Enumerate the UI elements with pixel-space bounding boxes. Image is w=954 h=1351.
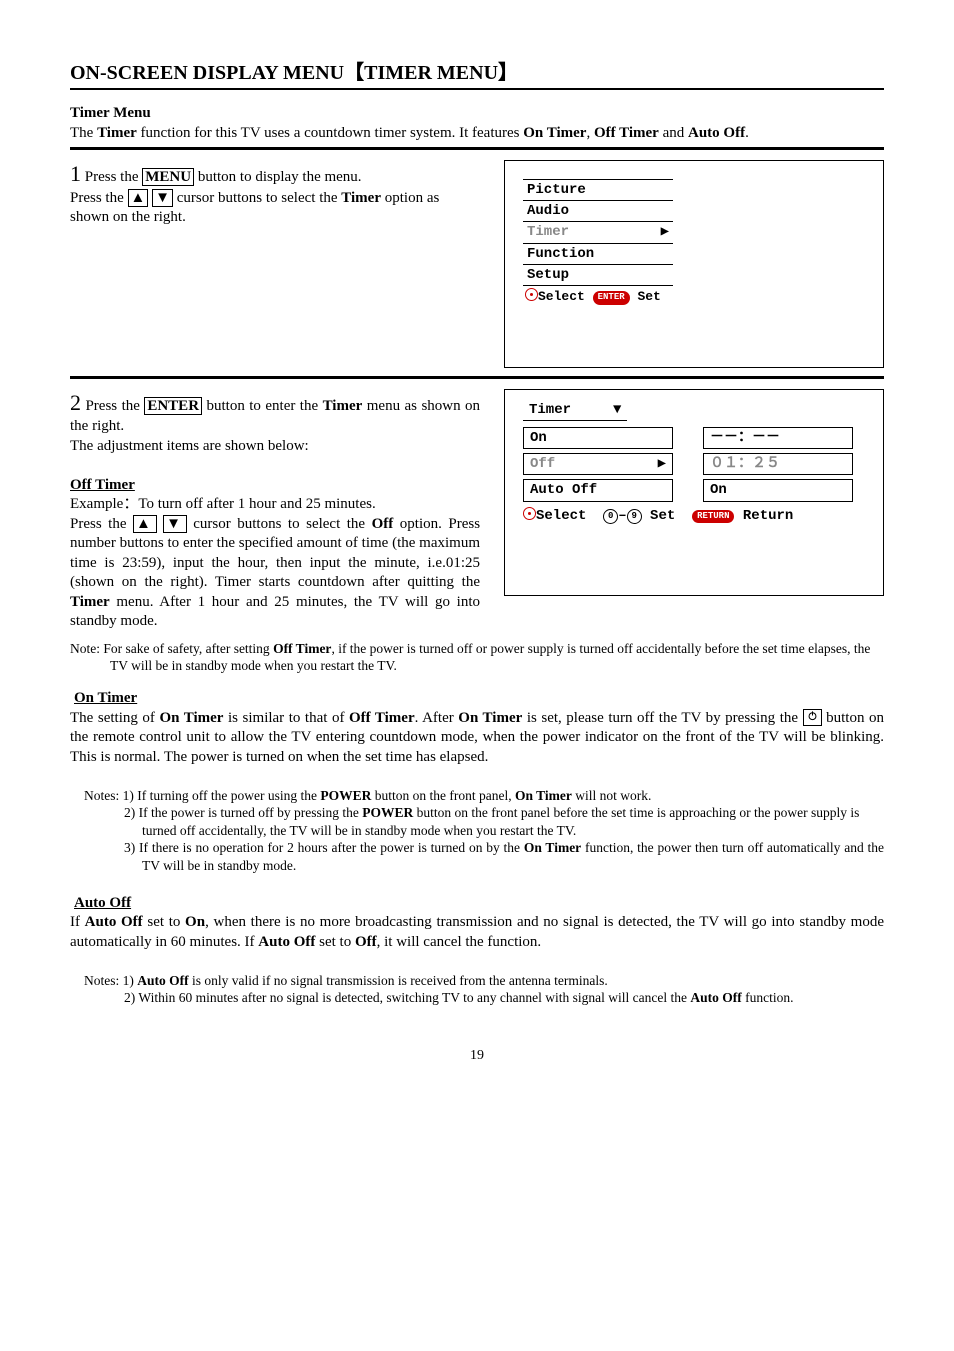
set-label: Set	[637, 289, 660, 304]
step1-line2b: cursor buttons to select the	[177, 190, 338, 206]
step2-line2: The adjustment items are shown below:	[70, 437, 480, 457]
up-arrow-key: ▲	[128, 189, 149, 207]
notes-auto-2: 2) Within 60 minutes after no signal is …	[70, 989, 884, 1007]
right-triangle-icon: ▶	[661, 223, 669, 241]
return-label: Return	[743, 508, 793, 524]
heading-main: ON-SCREEN DISPLAY MENU	[70, 62, 344, 84]
osd-panel-timer-menu: Timer ▼ On Off▶ Auto Off －－：－－ ０１：２５ On …	[504, 389, 884, 596]
menu-item-timer: Timer▶	[523, 222, 673, 243]
select-label-2: Select	[536, 508, 586, 524]
notes-on-1: Notes: 1) If turning off the power using…	[70, 787, 884, 805]
osd-main-menu: Picture Audio Timer▶ Function Setup Sele…	[523, 179, 673, 307]
on-timer-body: The setting of On Timer is similar to th…	[70, 709, 884, 768]
timer-word-2: Timer	[323, 398, 363, 414]
down-arrow-key: ▼	[152, 189, 173, 207]
timer-word: Timer	[341, 190, 381, 206]
off-timer-heading: Off Timer	[70, 476, 480, 496]
menu-item-setup: Setup	[523, 265, 673, 286]
menu-item-picture: Picture	[523, 179, 673, 201]
divider	[70, 376, 884, 379]
down-arrow-key-2: ▼	[163, 515, 187, 533]
off-timer-body: Press the ▲ ▼ cursor buttons to select t…	[70, 515, 480, 632]
osd2-footer: Select 0–9 Set RETURN Return	[523, 502, 865, 525]
off-word: Off	[372, 516, 394, 532]
example-lead: Example：	[70, 496, 138, 512]
joystick-icon-2	[523, 507, 536, 520]
intro-line: The Timer function for this TV uses a co…	[70, 124, 884, 144]
nine-icon: 9	[627, 509, 642, 524]
step2-s1: Press the	[85, 398, 139, 414]
page-heading: ON-SCREEN DISPLAY MENU【TIMER MENU】	[70, 60, 884, 90]
osd-panel-main-menu: Picture Audio Timer▶ Function Setup Sele…	[504, 160, 884, 368]
bracket-close: 】	[498, 62, 518, 84]
step1-s2: button to display the menu.	[198, 169, 362, 185]
joystick-icon	[525, 288, 538, 301]
val-autooff: On	[703, 479, 853, 501]
set-label-2: Set	[650, 508, 675, 524]
step1-text: 1 Press the MENU button to display the m…	[70, 160, 492, 228]
auto-off-heading: Auto Off	[74, 894, 884, 914]
right-triangle-icon-2: ▶	[658, 455, 666, 473]
return-badge: RETURN	[692, 510, 734, 524]
notes-on-3: 3) If there is no operation for 2 hours …	[70, 839, 884, 874]
auto-off-body: If Auto Off set to On, when there is no …	[70, 913, 884, 952]
timer-header: Timer ▼	[523, 400, 627, 421]
timer-word-3: Timer	[70, 594, 110, 610]
notes-auto-1: Notes: 1) Auto Off is only valid if no s…	[70, 972, 884, 990]
down-triangle-icon: ▼	[613, 402, 621, 418]
row-off: Off▶	[523, 453, 673, 475]
page-number: 19	[70, 1047, 884, 1065]
divider-thick	[70, 147, 884, 150]
enter-badge: ENTER	[593, 291, 630, 305]
row-autooff: Auto Off	[523, 479, 673, 501]
on-timer-heading: On Timer	[74, 689, 884, 709]
ot-l1d: menu. After 1 hour and 25 minutes, the T…	[70, 594, 480, 630]
step1-line2a: Press the	[70, 190, 124, 206]
step2-number: 2	[70, 390, 81, 415]
note-off-timer: Note: For sake of safety, after setting …	[70, 640, 884, 675]
ot-l1a: Press the	[70, 516, 127, 532]
zero-icon: 0	[603, 509, 618, 524]
bracket-open: 【	[344, 62, 364, 84]
off-timer-example: Example：To turn off after 1 hour and 25 …	[70, 495, 480, 515]
example-rest: To turn off after 1 hour and 25 minutes.	[138, 496, 375, 512]
heading-sub: TIMER MENU	[364, 62, 498, 84]
menu-item-audio: Audio	[523, 201, 673, 222]
step1-s1: Press the	[85, 169, 139, 185]
timer-menu-subheading: Timer Menu	[70, 104, 884, 124]
select-label: Select	[538, 289, 585, 304]
osd-footer: Select ENTER Set	[523, 286, 673, 307]
val-on: －－：－－	[703, 427, 853, 449]
step1-number: 1	[70, 161, 81, 186]
step2-text: 2 Press the ENTER button to enter the Ti…	[70, 389, 492, 632]
up-arrow-key-2: ▲	[133, 515, 157, 533]
row-on: On	[523, 427, 673, 449]
menu-button-label: MENU	[142, 168, 194, 186]
menu-item-function: Function	[523, 244, 673, 265]
ot-l1b: cursor buttons to select the	[193, 516, 365, 532]
notes-on-2: 2) If the power is turned off by pressin…	[70, 804, 884, 839]
val-off: ０１：２５	[703, 453, 853, 475]
step2-s2: button to enter the	[206, 398, 318, 414]
enter-button-label: ENTER	[144, 397, 202, 415]
power-icon	[803, 709, 822, 726]
